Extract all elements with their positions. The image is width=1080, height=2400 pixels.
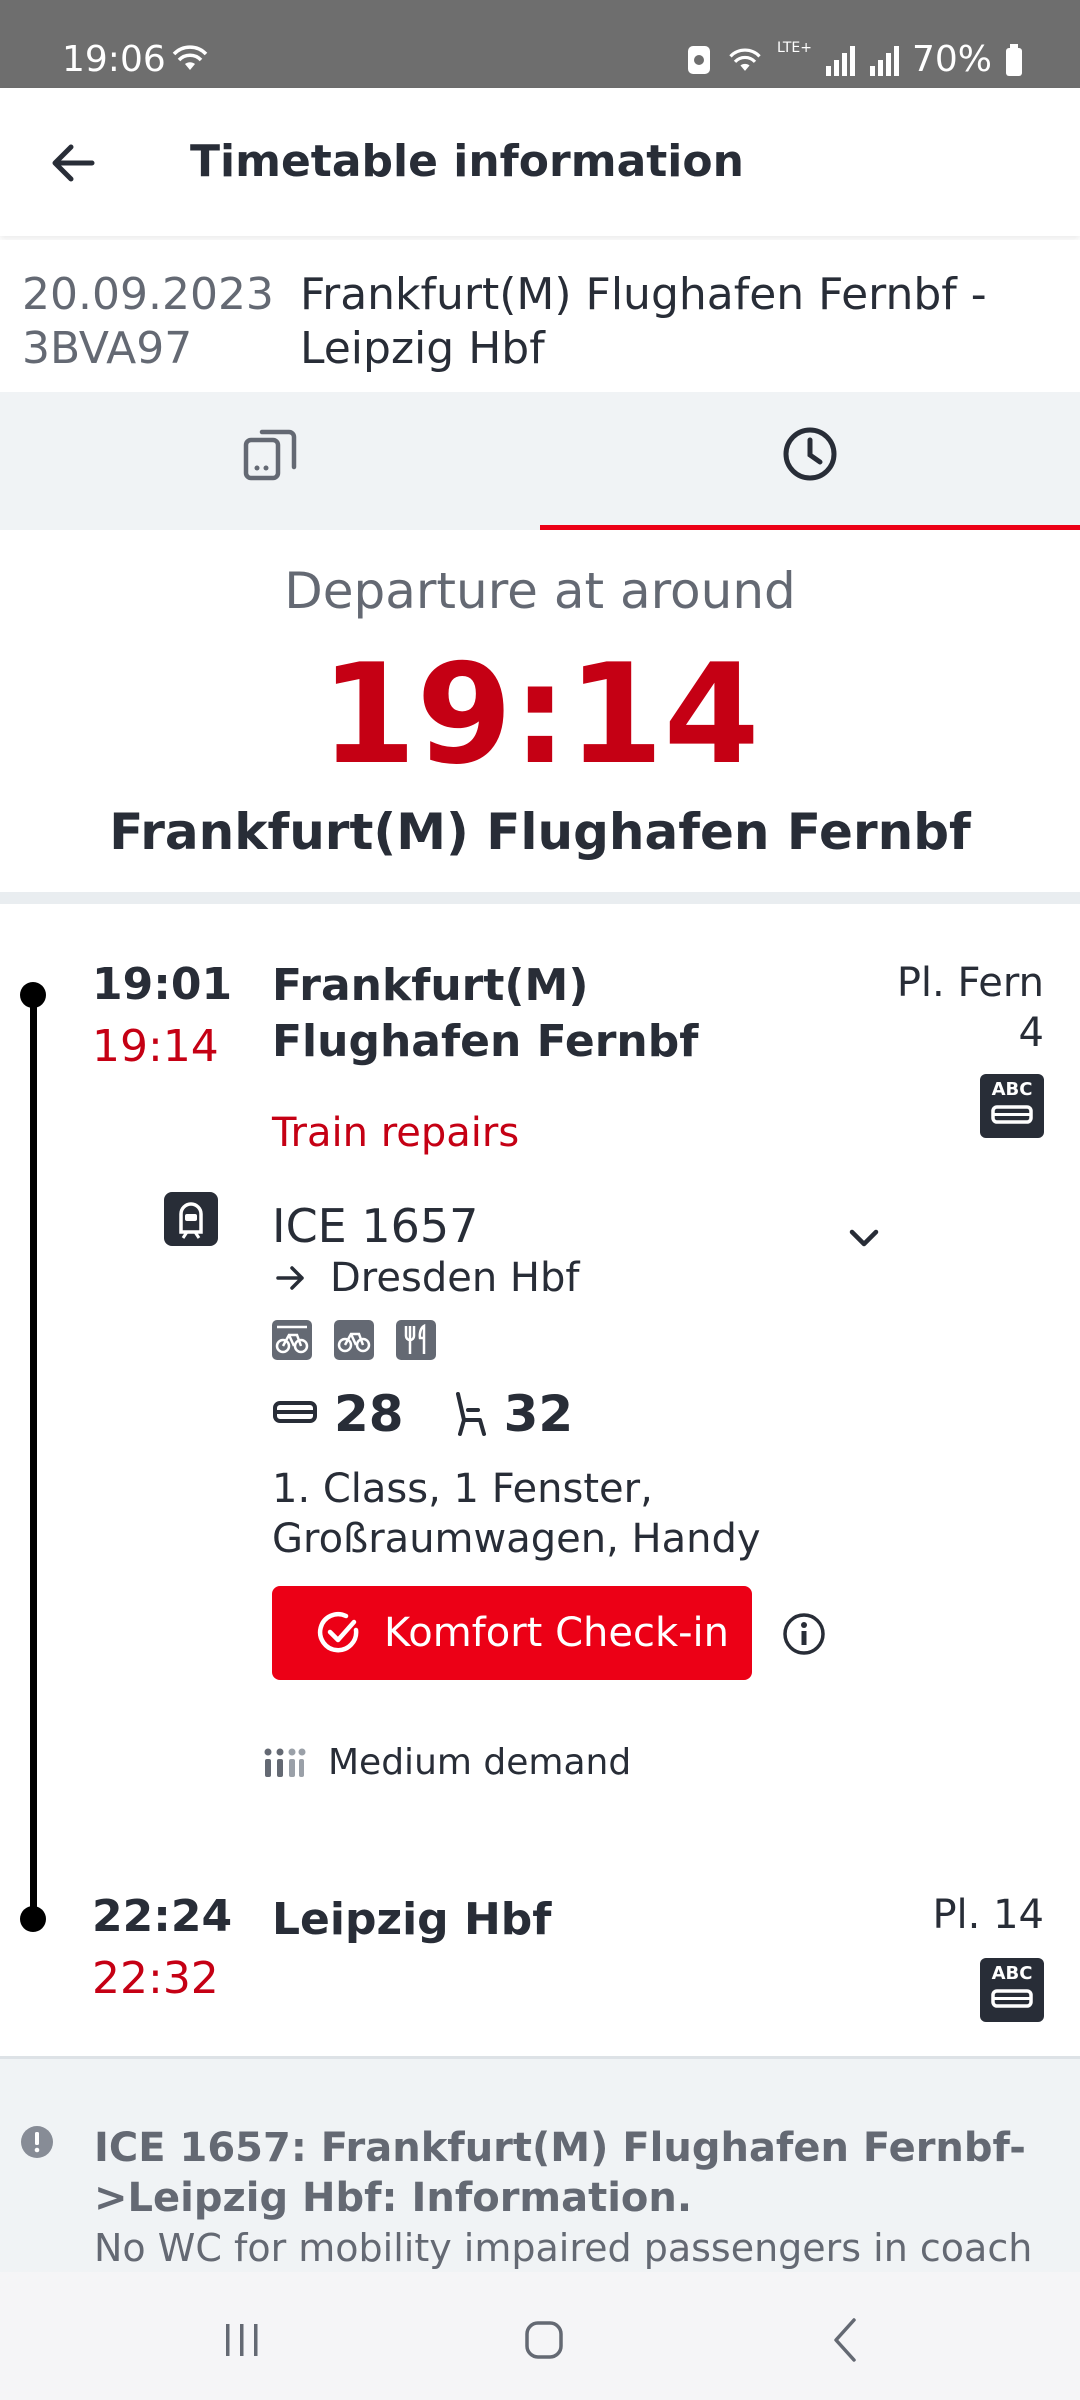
train-number: ICE 1657 <box>272 1199 479 1253</box>
warning-icon <box>21 2126 53 2158</box>
destination-realtime: 22:32 <box>92 1953 219 2004</box>
departure-station: Frankfurt(M) Flughafen Fernbf <box>109 803 971 861</box>
origin-station[interactable]: Frankfurt(M) Flughafen Fernbf <box>272 958 832 1070</box>
home-icon[interactable] <box>514 2310 574 2370</box>
disruption-message: Train repairs <box>272 1110 520 1156</box>
departure-summary: Departure at around 19:14 Frankfurt(M) F… <box>0 530 1080 892</box>
journey-notice: ICE 1657: Frankfurt(M) Flughafen Fernbf-… <box>0 2056 1080 2272</box>
seat-info: 28 32 <box>272 1384 573 1444</box>
abc-label: ABC <box>991 1963 1033 1984</box>
wifi-icon <box>729 48 761 71</box>
restaurant-icon <box>396 1320 436 1360</box>
abc-label: ABC <box>991 1079 1033 1100</box>
battery-icon <box>1006 44 1022 76</box>
train-destination: Dresden Hbf <box>330 1255 580 1301</box>
checkin-label: Komfort Check-in <box>384 1610 730 1656</box>
seat-number: 32 <box>503 1385 574 1443</box>
journey-route: Frankfurt(M) Flughafen Fernbf - Leipzig … <box>300 269 987 374</box>
ice-train-icon <box>179 1202 203 1239</box>
komfort-checkin-button[interactable]: Komfort Check-in <box>272 1586 752 1680</box>
bicycle-reservation-icon <box>272 1320 312 1360</box>
recent-apps-icon[interactable] <box>212 2310 272 2370</box>
journey-header: 20.09.2023 3BVA97 Frankfurt(M) Flughafen… <box>0 240 1080 392</box>
departure-label: Departure at around <box>284 562 796 620</box>
timeline-dot-origin <box>20 982 46 1008</box>
notice-title: ICE 1657: Frankfurt(M) Flughafen Fernbf-… <box>94 2125 1026 2221</box>
seat-description: 1. Class, 1 Fenster, Großraumwagen, Hand… <box>272 1466 761 1562</box>
train-direction: Dresden Hbf <box>272 1252 579 1304</box>
destination-scheduled-time: 22:24 <box>92 1891 233 1942</box>
info-icon[interactable] <box>782 1612 826 1656</box>
origin-platform: Pl. Fern 4 <box>896 960 1044 1056</box>
status-bar: 19:06 LTE+ 70% <box>0 0 1080 88</box>
departure-time: 19:14 <box>320 634 760 795</box>
coach-sequence-badge[interactable]: ABC <box>980 1074 1044 1138</box>
tab-timetable[interactable] <box>540 392 1080 530</box>
status-time: 19:06 <box>62 39 166 80</box>
occupancy-icon <box>264 1748 306 1777</box>
coach-number: 28 <box>334 1385 404 1443</box>
seat-reservation-icon <box>243 429 297 481</box>
journey-timeline: 19:01 19:14 Frankfurt(M) Flughafen Fernb… <box>0 904 1080 2056</box>
chevron-down-icon[interactable] <box>842 1216 886 1260</box>
system-navigation-bar <box>0 2272 1080 2400</box>
timeline-line <box>30 990 37 1922</box>
train-coach-icon <box>991 1105 1033 1124</box>
arrow-right-icon <box>276 1266 304 1290</box>
journey-date: 20.09.2023 <box>22 269 274 320</box>
clock-icon <box>783 427 837 481</box>
amenity-icons <box>272 1320 436 1360</box>
occupancy-info: Medium demand <box>262 1740 631 1786</box>
seat-icon <box>455 1392 486 1436</box>
tab-bar <box>0 392 1080 530</box>
destination-station[interactable]: Leipzig Hbf <box>272 1892 551 1948</box>
network-type-label: LTE+ <box>776 40 812 56</box>
train-coach-icon <box>273 1401 317 1423</box>
origin-scheduled-time: 19:01 <box>92 959 233 1010</box>
back-nav-icon[interactable] <box>816 2310 876 2370</box>
arrow-left-icon[interactable] <box>44 134 102 192</box>
bicycle-icon <box>334 1320 374 1360</box>
wifi-icon <box>172 45 208 70</box>
check-circle-icon <box>317 1611 359 1653</box>
occupancy-label: Medium demand <box>328 1742 632 1783</box>
tab-seat-reservation[interactable] <box>0 392 540 530</box>
signal-icon <box>869 46 899 76</box>
destination-platform: Pl. 14 <box>932 1892 1044 1938</box>
booking-code: 3BVA97 <box>22 323 193 374</box>
page-title: Timetable information <box>190 136 744 187</box>
notice-body: No WC for mobility impaired passengers i… <box>94 2226 1033 2270</box>
coach-sequence-badge[interactable]: ABC <box>980 1958 1044 2022</box>
section-divider <box>0 892 1080 904</box>
app-bar: Timetable information <box>0 88 1080 236</box>
train-icon <box>164 1192 218 1246</box>
train-coach-icon <box>991 1989 1033 2008</box>
status-icons: LTE+ 70% <box>685 36 1024 84</box>
battery-saver-icon <box>687 46 710 74</box>
battery-percent: 70% <box>911 39 992 80</box>
timeline-dot-destination <box>20 1906 46 1932</box>
origin-realtime: 19:14 <box>92 1021 219 1072</box>
signal-icon <box>825 46 855 76</box>
